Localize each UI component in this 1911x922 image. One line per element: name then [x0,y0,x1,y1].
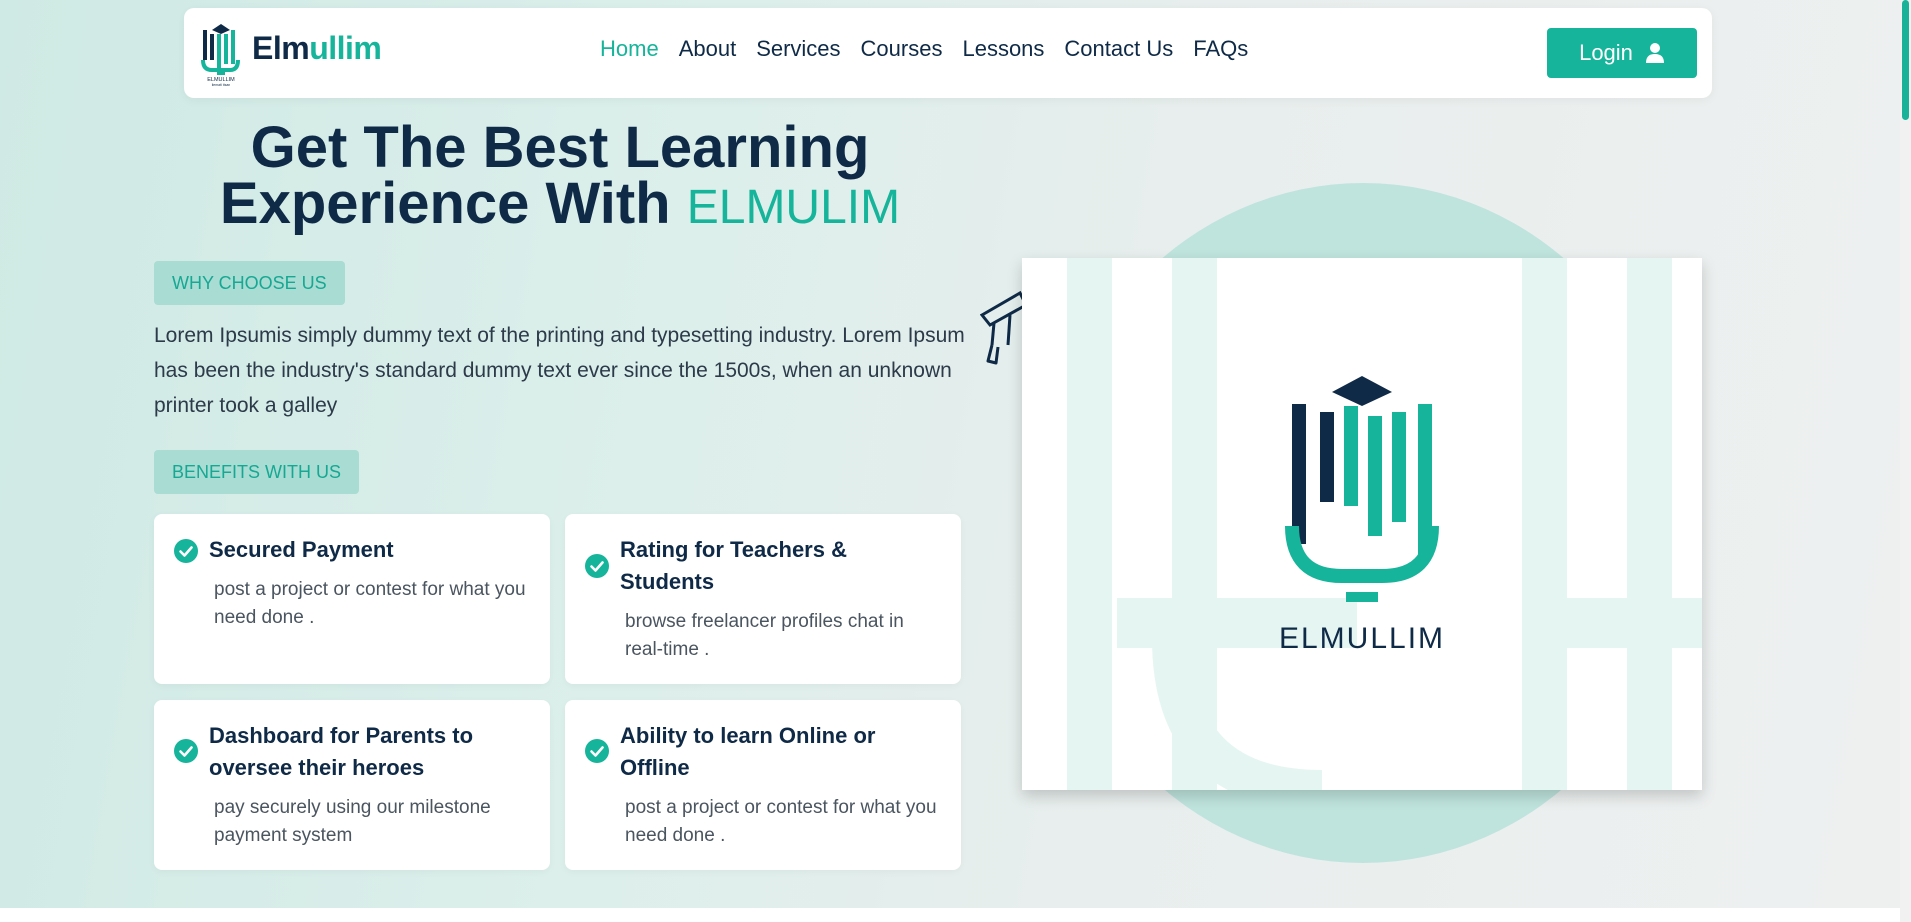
user-icon [1645,43,1664,63]
nav-item-faqs[interactable]: FAQs [1193,36,1248,62]
nav-item-home[interactable]: Home [600,36,659,62]
hero-heading-accent: ELMULIM [686,181,901,234]
intro-text: Lorem Ipsumis simply dummy text of the p… [154,324,965,417]
main-nav: Home About Services Courses Lessons Cont… [600,36,1248,62]
benefit-description: post a project or contest for what you n… [214,579,526,628]
benefit-title: Ability to learn Online or Offline [620,723,876,780]
elmullim-large-logo-icon [1285,376,1439,602]
benefit-card: Secured Payment post a project or contes… [154,514,550,684]
benefit-card: Ability to learn Online or Offline post … [565,700,961,870]
nav-item-courses[interactable]: Courses [861,36,943,62]
brand-name[interactable]: Elmullim [252,30,382,67]
check-circle-icon [585,739,609,763]
login-label: Login [1579,40,1633,65]
benefit-description: browse freelancer profiles chat in real-… [625,611,904,660]
logo-caption: ELMULLIM [1278,622,1446,655]
logo[interactable]: ELMULLIM ilemati tisan [200,18,242,88]
nav-item-services[interactable]: Services [756,36,840,62]
benefit-card: Dashboard for Parents to oversee their h… [154,700,550,870]
hero-heading-line2: Experience With [219,171,687,236]
navbar: ELMULLIM ilemati tisan Elmullim Home Abo… [184,8,1712,98]
logo-small-subtext: ilemati tisan [212,83,231,87]
hero-heading: Get The Best Learning Experience With EL… [150,119,970,236]
scrollbar[interactable] [1900,0,1911,922]
benefit-description: post a project or contest for what you n… [625,797,937,846]
elmullim-logo-icon: ELMULLIM ilemati tisan [201,24,240,87]
check-circle-icon [174,539,198,563]
check-circle-icon [174,739,198,763]
benefit-title: Dashboard for Parents to oversee their h… [209,723,474,780]
check-circle-icon [585,554,609,578]
nav-item-contact-us[interactable]: Contact Us [1064,36,1173,62]
graduation-cap-icon [980,290,1026,365]
brand-name-part1: Elm [252,30,310,66]
nav-item-lessons[interactable]: Lessons [962,36,1044,62]
login-button[interactable]: Login [1547,28,1697,78]
benefit-title: Rating for Teachers & Students [620,537,847,594]
benefit-description: pay securely using our milestone payment… [214,797,491,846]
nav-item-about[interactable]: About [679,36,737,62]
why-choose-us-badge: WHY CHOOSE US [154,261,345,305]
brand-name-part2: ullim [309,30,382,66]
benefit-title: Secured Payment [209,537,394,562]
logo-showcase-image: ELMULLIM [1022,258,1702,790]
scrollbar-thumb[interactable] [1902,0,1909,120]
benefits-badge: BENEFITS WITH US [154,450,360,494]
benefit-card: Rating for Teachers & Students browse fr… [565,514,961,684]
